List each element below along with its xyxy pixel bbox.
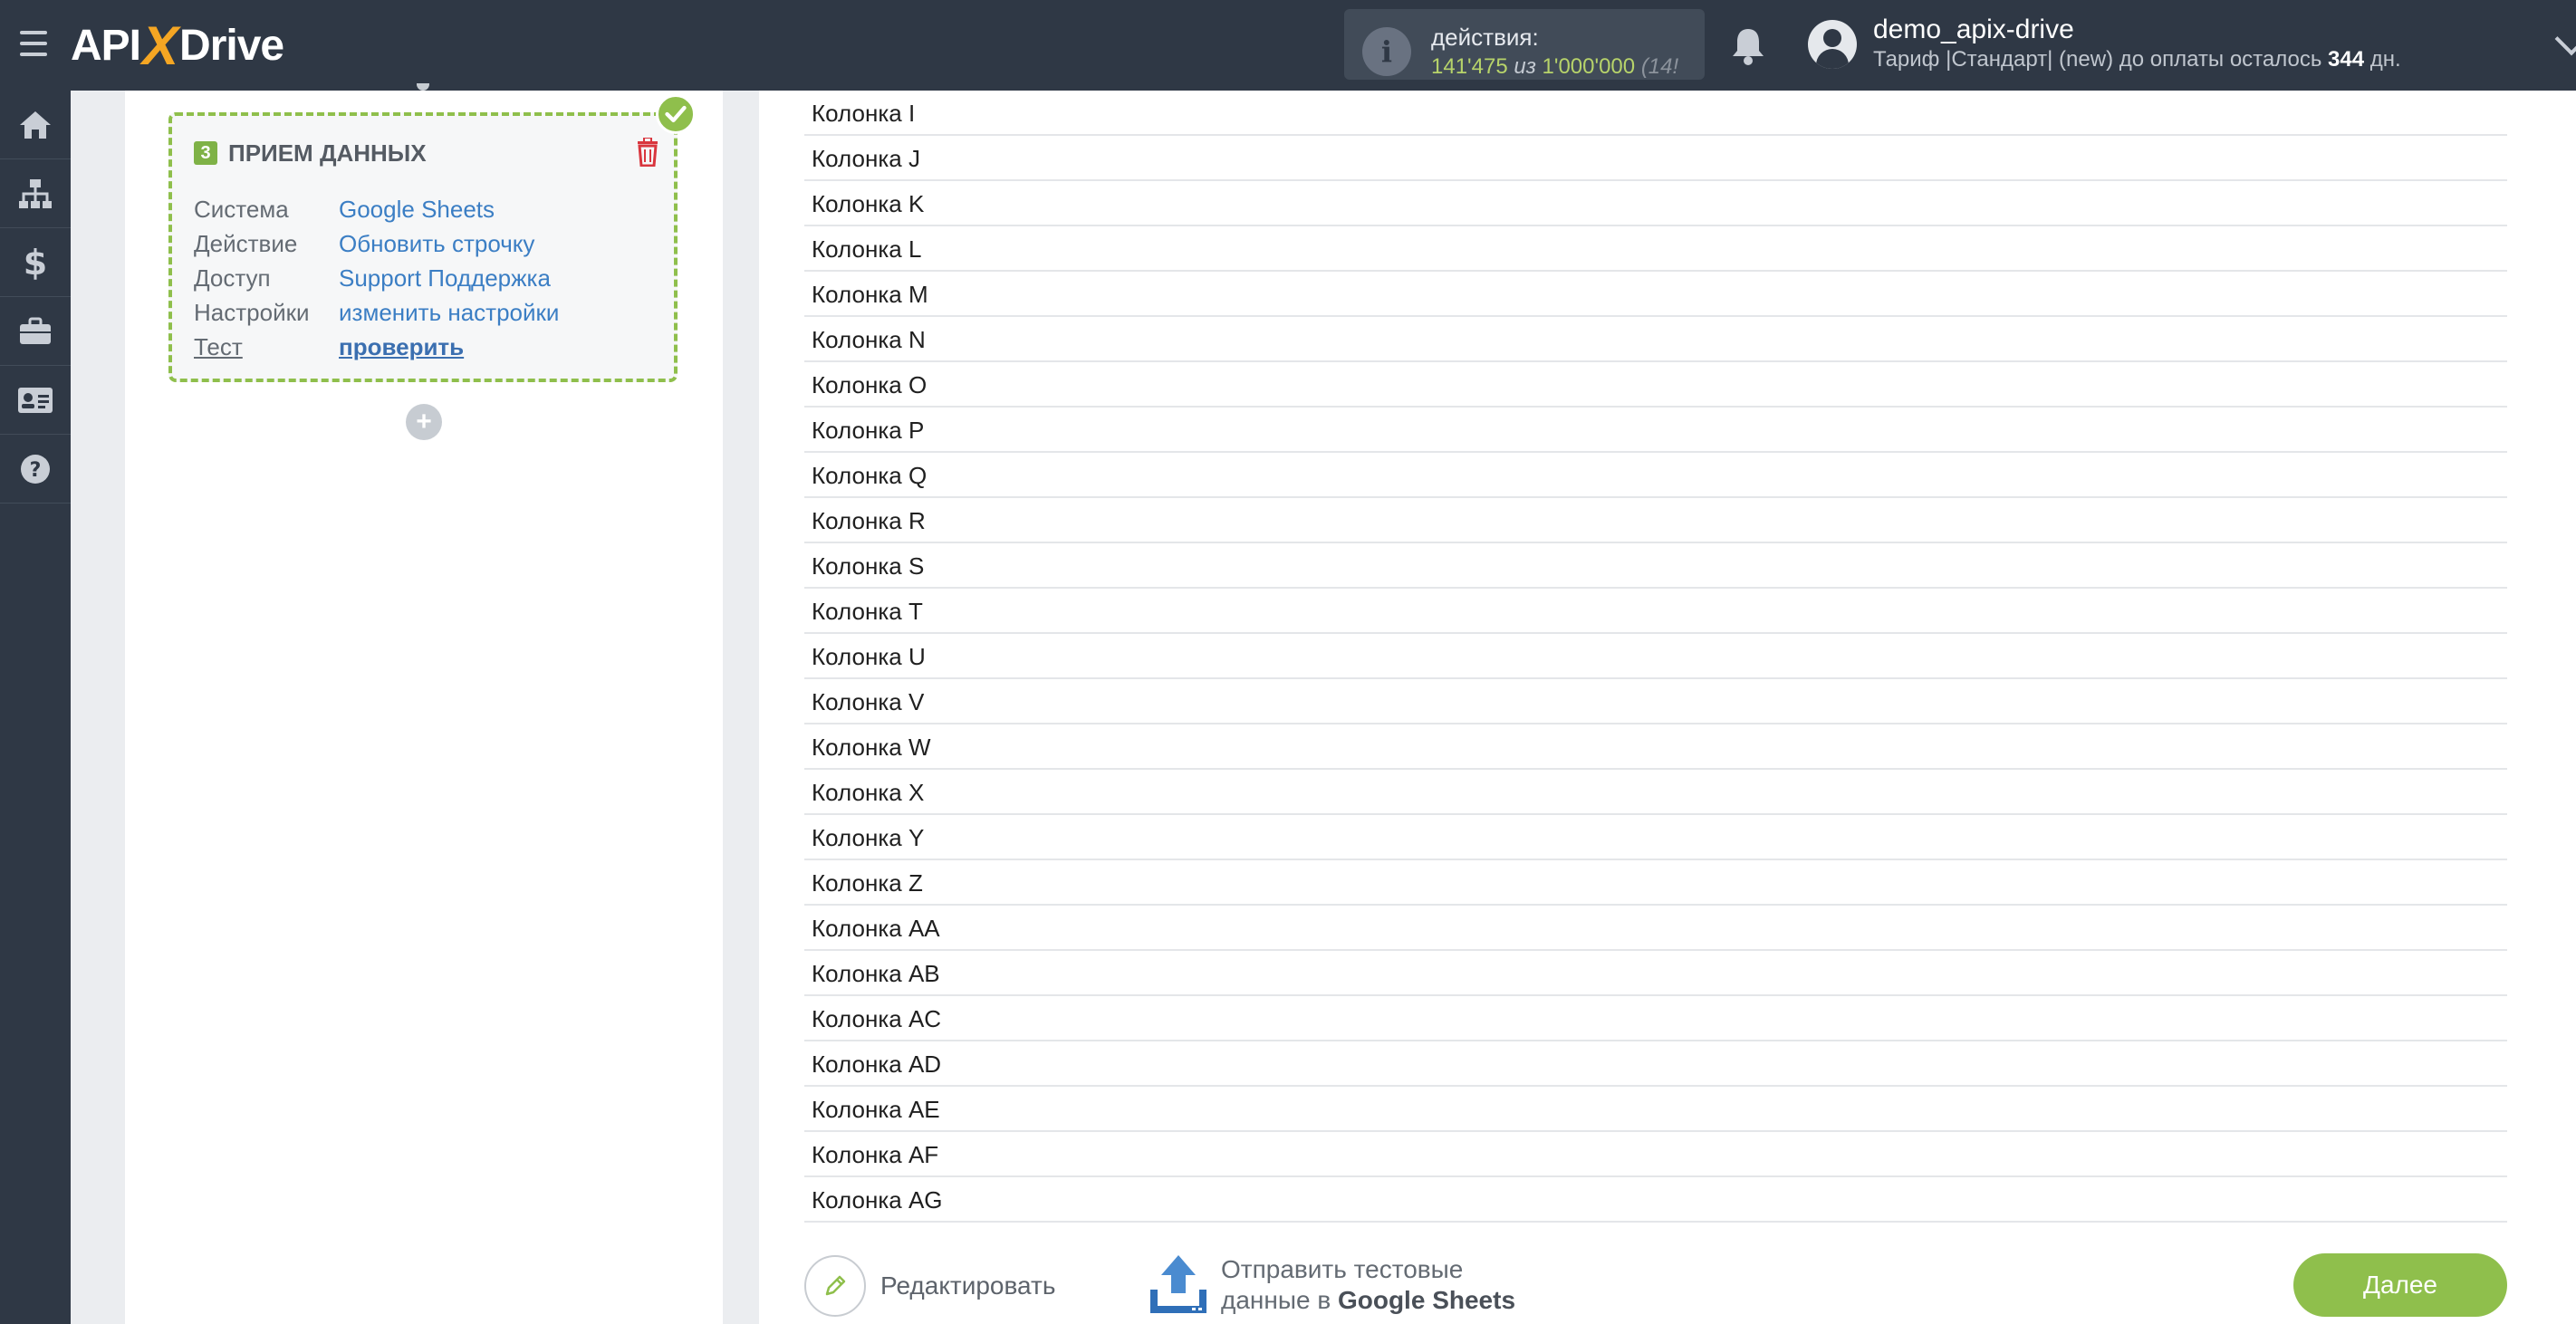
- info-icon: i: [1362, 27, 1411, 76]
- sitemap-icon[interactable]: [0, 159, 71, 228]
- sidebar: $ ?: [0, 91, 71, 1324]
- settings-link[interactable]: изменить настройки: [339, 299, 559, 327]
- logo-drive: Drive: [179, 21, 284, 70]
- column-list: Колонка I Колонка J Колонка K Колонка L Коло…: [804, 91, 2507, 1223]
- action-link[interactable]: Обновить строчку: [339, 230, 534, 258]
- send-line1: Отправить тестовые: [1221, 1255, 1464, 1283]
- column-row[interactable]: Колонка AG: [804, 1177, 2507, 1223]
- column-row[interactable]: Колонка AF: [804, 1132, 2507, 1177]
- actions-of: из: [1514, 54, 1536, 79]
- access-link[interactable]: Support Поддержка: [339, 264, 551, 293]
- briefcase-icon[interactable]: [0, 297, 71, 366]
- trash-icon[interactable]: [636, 138, 659, 167]
- column-row[interactable]: Колонка AD: [804, 1041, 2507, 1087]
- actions-total: 1'000'000: [1542, 54, 1636, 79]
- test-link[interactable]: проверить: [339, 333, 464, 361]
- pencil-icon: [804, 1255, 866, 1317]
- user-avatar-icon[interactable]: [1808, 20, 1857, 69]
- row-label-system: Система: [194, 196, 289, 223]
- bell-icon[interactable]: [1730, 25, 1766, 65]
- column-row[interactable]: Колонка O: [804, 362, 2507, 408]
- chevron-down-icon[interactable]: [2554, 22, 2576, 56]
- plan-info: Тариф |Стандарт| (new) до оплаты осталос…: [1873, 47, 2401, 72]
- column-row[interactable]: Колонка P: [804, 408, 2507, 453]
- actions-value: 141'475 из 1'000'000 (14!: [1431, 54, 1678, 80]
- send-line2-prefix: данные в: [1221, 1286, 1331, 1314]
- row-label-test: Тест: [194, 333, 243, 360]
- next-button[interactable]: Далее: [2293, 1253, 2507, 1317]
- column-row[interactable]: Колонка I: [804, 91, 2507, 136]
- actions-label: действия:: [1431, 24, 1539, 51]
- check-icon: [656, 94, 696, 134]
- column-row[interactable]: Колонка J: [804, 136, 2507, 181]
- column-row[interactable]: Колонка AB: [804, 951, 2507, 996]
- send-test-data-button[interactable]: Отправить тестовые данные в Google Sheet…: [1149, 1253, 1515, 1317]
- column-row[interactable]: Колонка AC: [804, 996, 2507, 1041]
- menu-icon[interactable]: [20, 31, 47, 56]
- add-step-button[interactable]: +: [406, 404, 442, 440]
- send-test-text: Отправить тестовые данные в Google Sheet…: [1221, 1254, 1515, 1316]
- column-row[interactable]: Колонка Q: [804, 453, 2507, 498]
- column-row[interactable]: Колонка V: [804, 679, 2507, 724]
- upload-icon: [1150, 1255, 1206, 1313]
- id-card-icon[interactable]: [0, 366, 71, 435]
- plan-days: 344: [2328, 47, 2365, 72]
- column-row[interactable]: Колонка M: [804, 272, 2507, 317]
- top-bar: API X Drive i действия: 141'475 из 1'000'0…: [0, 0, 2576, 91]
- column-row[interactable]: Колонка W: [804, 724, 2507, 770]
- column-row[interactable]: Колонка S: [804, 543, 2507, 589]
- column-row[interactable]: Колонка U: [804, 634, 2507, 679]
- edit-label: Редактировать: [880, 1271, 1056, 1300]
- edit-button[interactable]: Редактировать: [804, 1255, 1055, 1317]
- column-row[interactable]: Колонка L: [804, 226, 2507, 272]
- row-label-access: Доступ: [194, 264, 271, 292]
- send-line2-target: Google Sheets: [1337, 1286, 1516, 1314]
- actions-extra: (14!: [1640, 54, 1679, 79]
- dollar-icon[interactable]: $: [0, 228, 71, 297]
- actions-counter[interactable]: i действия: 141'475 из 1'000'000 (14!: [1344, 9, 1705, 80]
- send-line2: данные в Google Sheets: [1221, 1285, 1515, 1316]
- plan-suffix: дн.: [2369, 47, 2401, 72]
- system-link[interactable]: Google Sheets: [339, 196, 495, 224]
- svg-text:?: ?: [30, 459, 42, 482]
- column-row[interactable]: Колонка R: [804, 498, 2507, 543]
- column-row[interactable]: Колонка N: [804, 317, 2507, 362]
- step-number: 3: [194, 141, 217, 165]
- card-title: ПРИЕМ ДАННЫХ: [228, 139, 427, 167]
- help-icon[interactable]: ?: [0, 435, 71, 504]
- home-icon[interactable]: [0, 91, 71, 159]
- row-label-action: Действие: [194, 230, 298, 257]
- apixdrive-logo[interactable]: API X Drive: [71, 14, 284, 76]
- receive-data-card: 3 ПРИЕМ ДАННЫХ Система Google Sheets Дей…: [168, 112, 678, 382]
- column-row[interactable]: Колонка X: [804, 770, 2507, 815]
- column-row[interactable]: Колонка T: [804, 589, 2507, 634]
- username[interactable]: demo_apix-drive: [1873, 14, 2074, 45]
- column-row[interactable]: Колонка Z: [804, 860, 2507, 906]
- row-label-settings: Настройки: [194, 299, 310, 326]
- column-row[interactable]: Колонка K: [804, 181, 2507, 226]
- actions-used: 141'475: [1431, 54, 1508, 79]
- logo-api: API: [71, 21, 141, 70]
- logo-x: X: [142, 14, 178, 76]
- column-row[interactable]: Колонка Y: [804, 815, 2507, 860]
- column-row[interactable]: Колонка AE: [804, 1087, 2507, 1132]
- column-row[interactable]: Колонка AA: [804, 906, 2507, 951]
- plan-prefix: Тариф |Стандарт| (new) до оплаты осталос…: [1873, 47, 2322, 72]
